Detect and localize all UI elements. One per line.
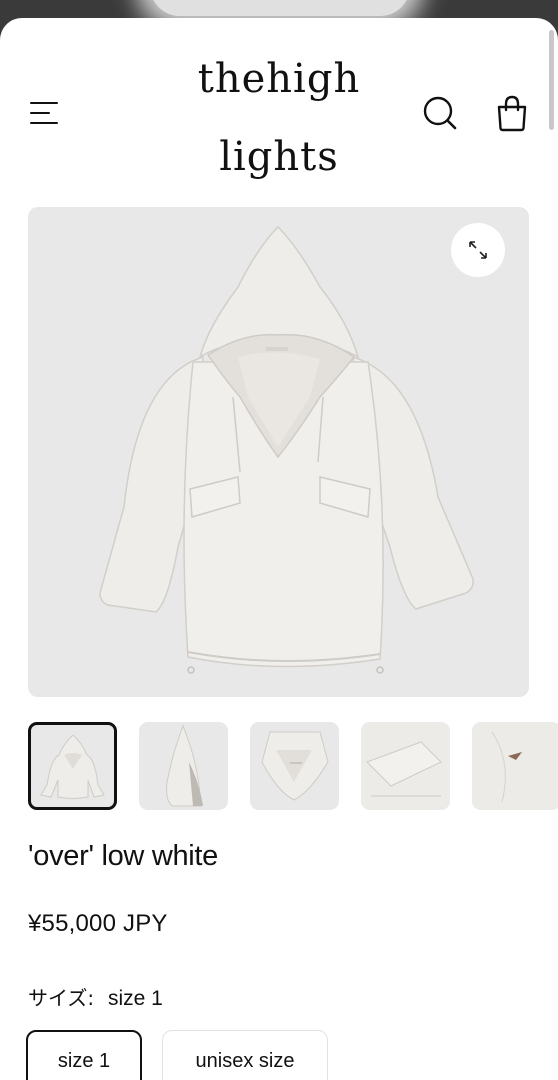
- jacket-image: [99, 225, 474, 674]
- cart-button[interactable]: [494, 94, 530, 132]
- size-option-unisex[interactable]: unisex size: [162, 1030, 328, 1080]
- zoom-button[interactable]: [451, 223, 505, 277]
- size-label: サイズ:: [28, 986, 95, 1010]
- search-icon: [423, 96, 457, 130]
- browser-top-overlay: [150, 0, 410, 16]
- expand-icon: [469, 241, 487, 259]
- thumbnail-5[interactable]: [472, 722, 558, 810]
- product-main-image[interactable]: [28, 207, 529, 697]
- site-header: thehigh lights: [0, 18, 558, 206]
- product-page: thehigh lights 'over' low white ¥55,000 …: [0, 18, 558, 1080]
- thumbnail-4[interactable]: [361, 722, 450, 810]
- thumbnail-jacket-pocket: [361, 722, 450, 810]
- logo-line-1: thehigh: [197, 56, 361, 102]
- thumbnail-jacket-detail: [472, 722, 558, 810]
- logo-line-2: lights: [219, 134, 339, 180]
- thumbnail-2[interactable]: [139, 722, 228, 810]
- product-title: 'over' low white: [28, 840, 219, 872]
- site-logo[interactable]: thehigh lights: [0, 40, 558, 196]
- thumbnail-jacket-side: [166, 724, 203, 807]
- thumbnail-jacket-hood: [261, 731, 329, 801]
- shopping-bag-icon: [497, 95, 527, 132]
- thumbnail-strip: [28, 722, 558, 810]
- thumbnail-3[interactable]: [250, 722, 339, 810]
- size-selection-label: サイズ: size 1: [28, 982, 163, 1011]
- thumbnail-jacket-front: [40, 734, 105, 799]
- selected-size-value: size 1: [107, 987, 163, 1010]
- search-button[interactable]: [422, 94, 458, 132]
- thumbnail-1[interactable]: [28, 722, 117, 810]
- size-option-size-1[interactable]: size 1: [26, 1030, 142, 1080]
- product-price: ¥55,000 JPY: [28, 910, 168, 937]
